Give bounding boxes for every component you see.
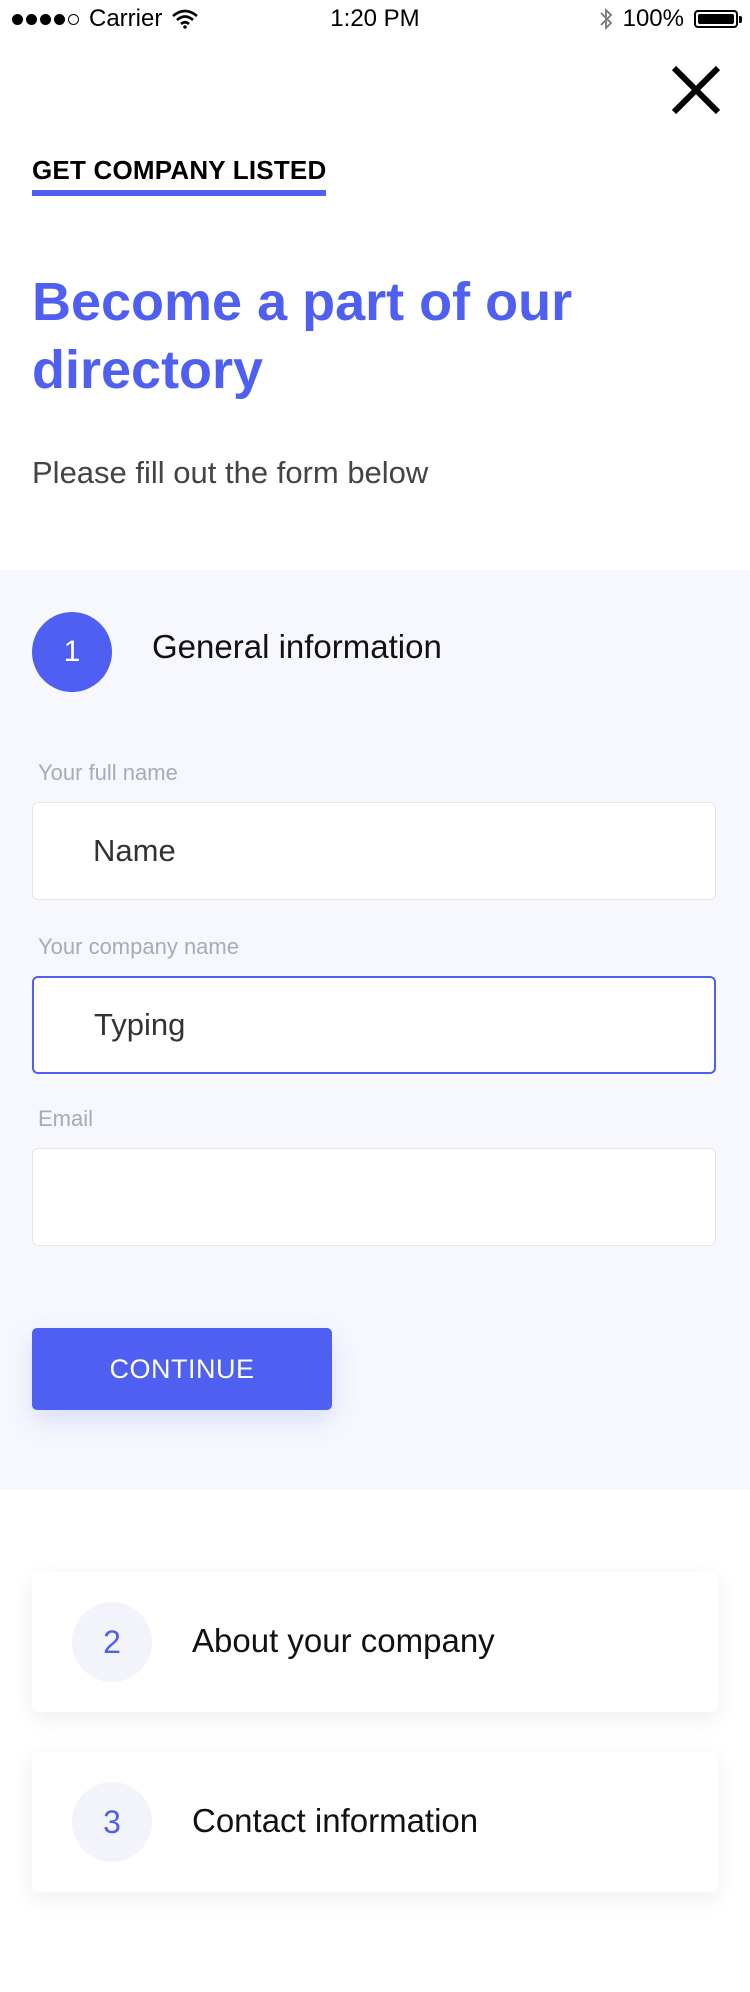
page-headline: Become a part of our directory [32, 272, 573, 400]
step-card-contact-information[interactable]: 3 Contact information [32, 1752, 718, 1892]
battery-icon [694, 10, 742, 28]
email-input[interactable] [32, 1148, 716, 1246]
active-step-section: 1 General information Your full name You… [0, 570, 750, 1490]
company-name-label: Your company name [38, 934, 239, 959]
step-title: About your company [192, 1622, 495, 1659]
step-number-badge: 1 [32, 612, 112, 692]
full-name-input[interactable] [32, 802, 716, 900]
company-name-input[interactable] [32, 976, 716, 1074]
step-number-badge: 2 [72, 1602, 152, 1682]
step-title: Contact information [192, 1802, 479, 1839]
status-right: 100% [599, 5, 742, 33]
full-name-label: Your full name [38, 760, 178, 785]
step-title: General information [152, 628, 442, 665]
close-button[interactable] [666, 60, 726, 120]
page-subhead: Please fill out the form below [32, 455, 429, 490]
email-label: Email [38, 1106, 94, 1131]
bluetooth-icon [599, 7, 612, 31]
step-number-badge: 3 [72, 1782, 152, 1862]
eyebrow-title: GET COMPANY LISTED [32, 155, 327, 196]
close-icon [671, 65, 721, 115]
status-bar: Carrier 1:20 PM 100% [0, 0, 750, 40]
continue-button[interactable]: CONTINUE [32, 1328, 332, 1410]
battery-percent: 100% [622, 5, 684, 32]
step-card-about-company[interactable]: 2 About your company [32, 1572, 718, 1712]
